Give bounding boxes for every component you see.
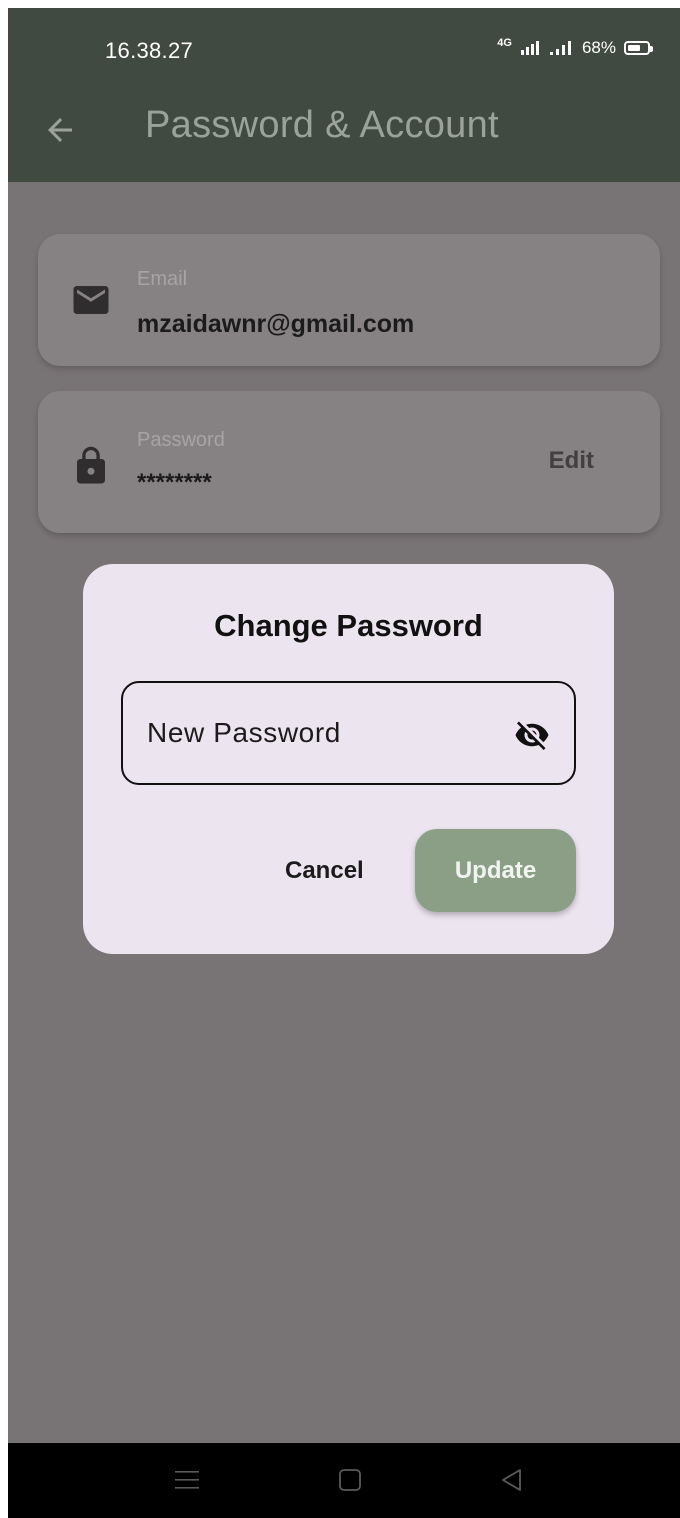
email-value: mzaidawnr@gmail.com <box>137 310 415 338</box>
email-label: Email <box>137 268 188 290</box>
update-button[interactable]: Update <box>415 829 576 912</box>
page-title: Password & Account <box>145 104 499 146</box>
battery-percent: 68% <box>581 38 616 57</box>
menu-icon[interactable] <box>172 1465 202 1495</box>
status-time: 16.38.27 <box>105 38 194 63</box>
mail-icon <box>73 286 109 314</box>
battery-level <box>628 45 641 51</box>
lock-icon <box>77 446 105 484</box>
eye-off-icon[interactable] <box>512 717 552 753</box>
dialog-title: Change Password <box>214 608 483 643</box>
system-nav-bar <box>8 1443 680 1518</box>
change-password-dialog: Change Password New Password Cancel Upda… <box>83 564 614 954</box>
email-card: Email mzaidawnr@gmail.com <box>38 234 660 366</box>
cancel-button[interactable]: Cancel <box>285 851 364 891</box>
network-label: 4G <box>497 36 512 49</box>
password-value: ******** <box>137 469 212 496</box>
new-password-placeholder: New Password <box>147 717 341 748</box>
signal-icon <box>520 41 539 55</box>
phone-screen: 16.38.27 4G 68% Password & Account Email… <box>8 8 680 1518</box>
edit-password-button[interactable]: Edit <box>549 447 594 475</box>
triangle-back-icon[interactable] <box>497 1465 527 1495</box>
square-icon[interactable] <box>335 1465 365 1495</box>
arrow-left-icon[interactable] <box>42 112 78 148</box>
new-password-input[interactable]: New Password <box>121 681 576 785</box>
password-label: Password <box>137 429 225 451</box>
app-bar: 16.38.27 4G 68% Password & Account <box>8 8 680 182</box>
battery-icon <box>624 41 653 55</box>
signal-icon-secondary <box>549 41 571 55</box>
password-card: Password ******** Edit <box>38 391 660 533</box>
status-indicators: 4G 68% <box>497 36 653 58</box>
